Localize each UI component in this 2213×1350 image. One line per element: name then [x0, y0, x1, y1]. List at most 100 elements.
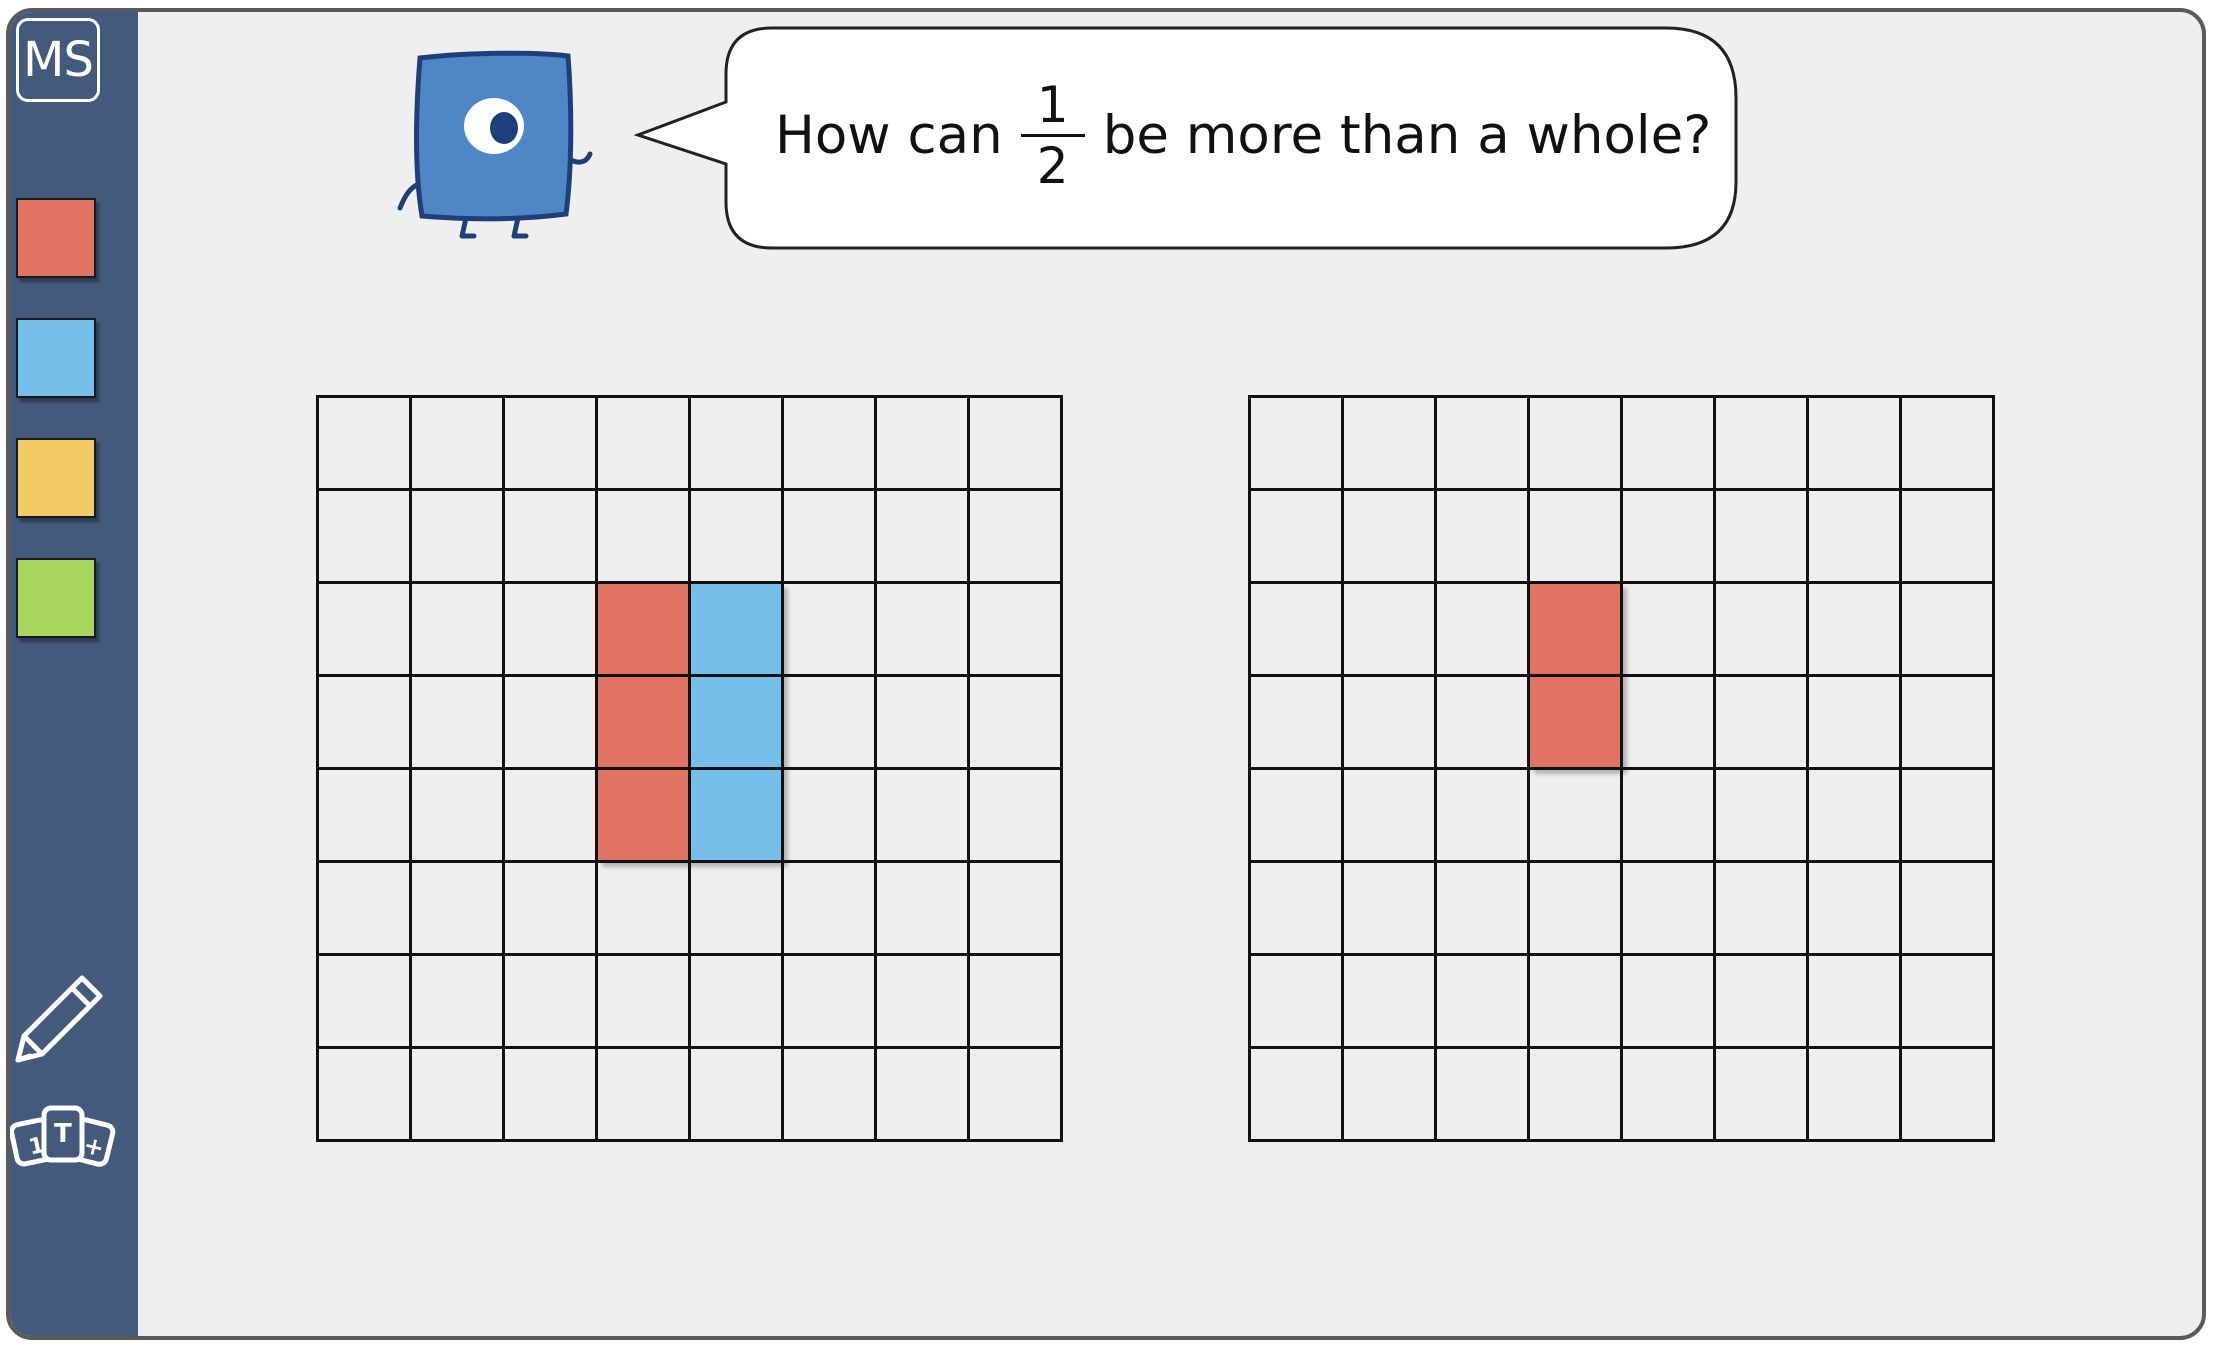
grid-cell-blue-tile[interactable]: [691, 677, 784, 770]
grid-cell[interactable]: [1530, 863, 1623, 956]
grid-cell[interactable]: [1437, 1049, 1530, 1142]
grid-cell[interactable]: [319, 677, 412, 770]
color-swatch-red[interactable]: [16, 198, 96, 278]
grid-cell[interactable]: [1902, 956, 1995, 1049]
grid-cell[interactable]: [1809, 398, 1902, 491]
color-swatch-yellow[interactable]: [16, 438, 96, 518]
user-initials-button[interactable]: MS: [16, 18, 100, 102]
grid-cell[interactable]: [1344, 398, 1437, 491]
color-swatch-green[interactable]: [16, 558, 96, 638]
grid-cell[interactable]: [1530, 770, 1623, 863]
grid-cell-red-tile[interactable]: [598, 677, 691, 770]
grid-cell[interactable]: [970, 398, 1063, 491]
grid-cell[interactable]: [505, 491, 598, 584]
grid-cell[interactable]: [1902, 677, 1995, 770]
grid-cell[interactable]: [1251, 584, 1344, 677]
grid-cell[interactable]: [784, 1049, 877, 1142]
grid-cell[interactable]: [784, 863, 877, 956]
grid-cell[interactable]: [1902, 770, 1995, 863]
grid-cell[interactable]: [691, 1049, 784, 1142]
grid-cell[interactable]: [1716, 584, 1809, 677]
grid-cell[interactable]: [319, 584, 412, 677]
pencil-icon[interactable]: [10, 968, 110, 1068]
grid-cell[interactable]: [1809, 770, 1902, 863]
grid-cell-red-tile[interactable]: [598, 584, 691, 677]
right-grid[interactable]: [1248, 395, 1995, 1142]
grid-cell[interactable]: [784, 398, 877, 491]
grid-cell[interactable]: [1809, 956, 1902, 1049]
grid-cell[interactable]: [970, 491, 1063, 584]
grid-cell[interactable]: [319, 770, 412, 863]
grid-cell[interactable]: [1251, 863, 1344, 956]
grid-cell[interactable]: [1716, 863, 1809, 956]
grid-cell[interactable]: [877, 1049, 970, 1142]
grid-cell[interactable]: [1437, 491, 1530, 584]
grid-cell[interactable]: [1809, 491, 1902, 584]
grid-cell[interactable]: [1437, 677, 1530, 770]
grid-cell[interactable]: [1251, 956, 1344, 1049]
grid-cell[interactable]: [877, 398, 970, 491]
color-swatch-blue[interactable]: [16, 318, 96, 398]
grid-cell[interactable]: [1716, 398, 1809, 491]
grid-cell[interactable]: [1902, 491, 1995, 584]
grid-cell[interactable]: [505, 584, 598, 677]
grid-cell[interactable]: [1716, 770, 1809, 863]
grid-cell[interactable]: [1530, 956, 1623, 1049]
grid-cell[interactable]: [319, 398, 412, 491]
grid-cell[interactable]: [1344, 1049, 1437, 1142]
grid-cell[interactable]: [1716, 491, 1809, 584]
grid-cell[interactable]: [877, 491, 970, 584]
grid-cell[interactable]: [1902, 584, 1995, 677]
left-grid[interactable]: [316, 395, 1063, 1142]
grid-cell[interactable]: [1809, 584, 1902, 677]
grid-cell[interactable]: [1344, 863, 1437, 956]
grid-cell[interactable]: [1251, 398, 1344, 491]
grid-cell[interactable]: [598, 491, 691, 584]
grid-cell[interactable]: [1623, 584, 1716, 677]
grid-cell[interactable]: [1251, 1049, 1344, 1142]
grid-cell[interactable]: [691, 491, 784, 584]
grid-cell[interactable]: [319, 1049, 412, 1142]
grid-cell[interactable]: [598, 956, 691, 1049]
grid-cell[interactable]: [877, 770, 970, 863]
grid-cell[interactable]: [505, 956, 598, 1049]
grid-cell[interactable]: [1716, 677, 1809, 770]
grid-cell[interactable]: [412, 398, 505, 491]
grid-cell[interactable]: [1530, 1049, 1623, 1142]
grid-cell[interactable]: [1809, 863, 1902, 956]
grid-cell[interactable]: [1344, 677, 1437, 770]
grid-cell[interactable]: [784, 584, 877, 677]
grid-cell[interactable]: [412, 770, 505, 863]
grid-cell[interactable]: [1344, 956, 1437, 1049]
grid-cell[interactable]: [1902, 863, 1995, 956]
grid-cell[interactable]: [1437, 770, 1530, 863]
grid-cell[interactable]: [877, 863, 970, 956]
grid-cell[interactable]: [691, 956, 784, 1049]
grid-cell[interactable]: [1902, 398, 1995, 491]
grid-cell[interactable]: [412, 491, 505, 584]
grid-cell-red-tile[interactable]: [1530, 584, 1623, 677]
grid-cell[interactable]: [412, 956, 505, 1049]
grid-cell[interactable]: [1251, 491, 1344, 584]
grid-cell[interactable]: [1251, 677, 1344, 770]
grid-cell[interactable]: [691, 398, 784, 491]
number-tiles-icon[interactable]: 1 T +: [10, 1094, 120, 1194]
grid-cell[interactable]: [784, 770, 877, 863]
grid-cell[interactable]: [1716, 1049, 1809, 1142]
grid-cell[interactable]: [1437, 584, 1530, 677]
grid-cell[interactable]: [598, 863, 691, 956]
grid-cell[interactable]: [970, 863, 1063, 956]
grid-cell[interactable]: [412, 584, 505, 677]
grid-cell[interactable]: [1344, 584, 1437, 677]
grid-cell[interactable]: [412, 1049, 505, 1142]
grid-cell[interactable]: [970, 1049, 1063, 1142]
grid-cell[interactable]: [1437, 398, 1530, 491]
grid-cell[interactable]: [970, 956, 1063, 1049]
grid-cell[interactable]: [1623, 863, 1716, 956]
grid-cell[interactable]: [970, 770, 1063, 863]
grid-cell[interactable]: [319, 863, 412, 956]
grid-cell[interactable]: [1437, 956, 1530, 1049]
grid-cell[interactable]: [877, 956, 970, 1049]
grid-cell[interactable]: [1623, 770, 1716, 863]
grid-cell-blue-tile[interactable]: [691, 584, 784, 677]
